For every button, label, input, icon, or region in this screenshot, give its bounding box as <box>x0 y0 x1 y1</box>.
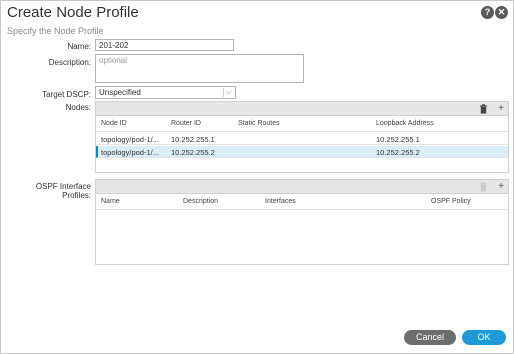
name-label: Name: <box>67 42 91 51</box>
col-static-routes[interactable]: Static Routes <box>238 120 280 127</box>
dialog-title: Create Node Profile <box>7 4 139 21</box>
loopback-cell: 10.252.255.1 <box>376 135 420 144</box>
col-description[interactable]: Description <box>183 198 218 205</box>
description-label: Description: <box>48 58 91 67</box>
close-icon[interactable]: ✕ <box>495 6 508 19</box>
target-dscp-value: Unspecified <box>99 88 141 97</box>
target-dscp-label: Target DSCP: <box>42 90 91 99</box>
col-name[interactable]: Name <box>101 198 120 205</box>
create-node-profile-dialog: Create Node Profile Specify the Node Pro… <box>0 0 514 354</box>
loopback-cell: 10.252.255.2 <box>376 148 420 157</box>
ok-button[interactable]: OK <box>462 330 506 345</box>
chevron-down-icon: ⌵ <box>223 88 233 97</box>
dialog-subtitle: Specify the Node Profile <box>7 26 104 36</box>
ospf-interface-profiles-table: + Name Description Interfaces OSPF Polic… <box>95 179 509 265</box>
nodes-label: Nodes: <box>65 103 91 112</box>
ospf-toolbar: + <box>96 180 508 194</box>
nodes-toolbar: + <box>96 102 508 116</box>
nodes-table: + Node ID Router ID Static Routes Loopba… <box>95 101 509 173</box>
col-loopback-address[interactable]: Loopback Address <box>376 120 434 127</box>
node-id-cell: topology/pod-1/... <box>101 135 159 144</box>
plus-icon[interactable]: + <box>496 104 506 114</box>
col-router-id[interactable]: Router ID <box>171 120 201 127</box>
header-divider <box>96 131 508 132</box>
header-divider <box>96 209 508 210</box>
router-id-cell: 10.252.255.2 <box>171 148 215 157</box>
table-row[interactable]: topology/pod-1/... 10.252.255.1 10.252.2… <box>96 133 508 145</box>
table-row-selected[interactable]: topology/pod-1/... 10.252.255.2 10.252.2… <box>96 146 508 158</box>
trash-icon[interactable] <box>478 104 488 114</box>
plus-icon[interactable]: + <box>496 182 506 192</box>
target-dscp-select[interactable]: Unspecified ⌵ <box>95 86 236 99</box>
ospf-interface-profiles-label: OSPF Interface Profiles: <box>35 182 91 200</box>
trash-icon[interactable] <box>478 182 488 192</box>
description-textarea[interactable]: optional <box>95 54 304 83</box>
col-ospf-policy[interactable]: OSPF Policy <box>431 198 471 205</box>
node-id-cell: topology/pod-1/... <box>101 148 159 157</box>
help-icon[interactable]: ? <box>481 6 494 19</box>
col-interfaces[interactable]: Interfaces <box>265 198 296 205</box>
name-input[interactable]: 201-202 <box>95 39 234 51</box>
col-node-id[interactable]: Node ID <box>101 120 127 127</box>
router-id-cell: 10.252.255.1 <box>171 135 215 144</box>
cancel-button[interactable]: Cancel <box>404 330 456 345</box>
